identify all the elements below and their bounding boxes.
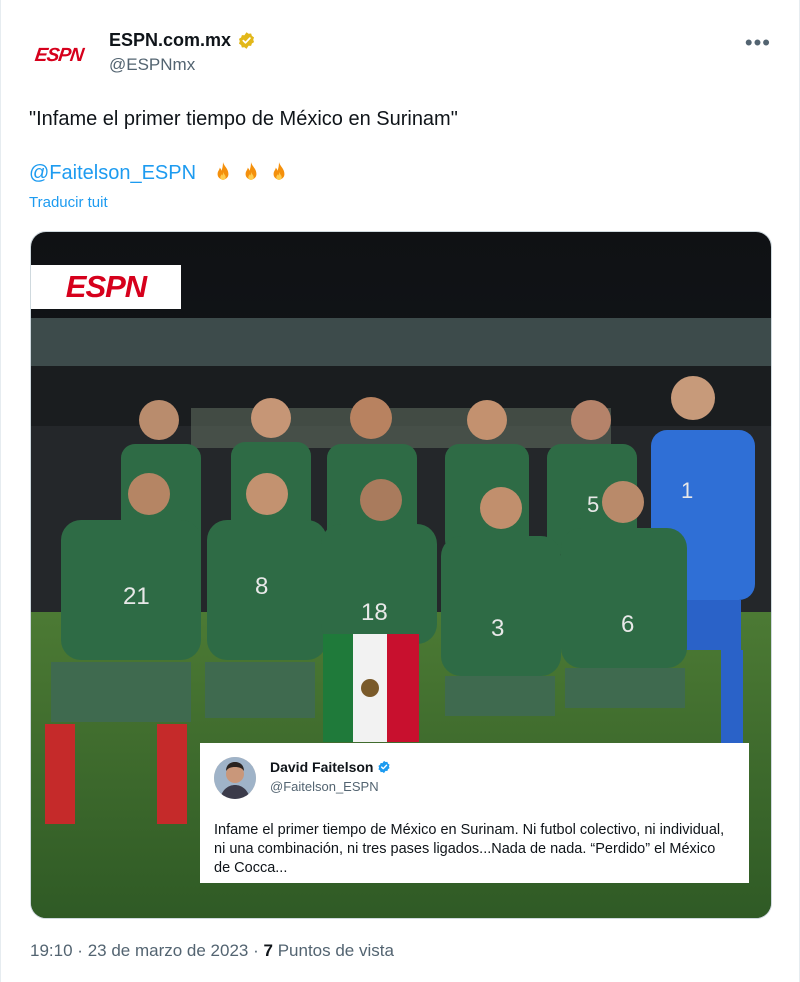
tweet-media[interactable]: 5 1 21 8 18 3 6 ESPN David Faitelson @Fa… xyxy=(30,231,772,919)
fire-icon xyxy=(273,162,285,181)
mexico-flag xyxy=(323,634,419,742)
fire-emojis xyxy=(210,160,292,186)
tweet-time[interactable]: 19:10 xyxy=(30,941,73,960)
display-name[interactable]: ESPN.com.mx xyxy=(109,30,231,51)
fire-icon xyxy=(217,162,229,181)
svg-text:1: 1 xyxy=(681,478,693,503)
mention-row: @Faitelson_ESPN xyxy=(29,160,292,186)
quoted-avatar xyxy=(214,757,256,799)
verified-badge-icon xyxy=(378,760,391,774)
quoted-tweet: David Faitelson @Faitelson_ESPN Infame e… xyxy=(200,743,749,883)
tweet-text: "Infame el primer tiempo de México en Su… xyxy=(29,108,458,130)
espn-avatar-logo: ESPN xyxy=(33,45,85,66)
avatar[interactable]: ESPN xyxy=(27,36,91,76)
svg-text:18: 18 xyxy=(361,599,388,626)
tweet-meta: 19:10 · 23 de marzo de 2023 · 7 Puntos d… xyxy=(30,941,394,961)
tweet-date[interactable]: 23 de marzo de 2023 xyxy=(88,941,249,960)
quoted-handle: @Faitelson_ESPN xyxy=(270,779,379,794)
espn-banner-logo: ESPN xyxy=(65,269,147,304)
tweet-card: ESPN ESPN.com.mx @ESPNmx ••• "Infame el … xyxy=(0,0,800,982)
quoted-name: David Faitelson xyxy=(270,759,374,775)
more-icon[interactable]: ••• xyxy=(745,30,771,56)
tweet-author[interactable]: ESPN.com.mx @ESPNmx xyxy=(109,30,256,75)
separator: · xyxy=(253,941,259,960)
views-label: Puntos de vista xyxy=(277,941,394,960)
svg-text:21: 21 xyxy=(123,583,150,610)
svg-text:6: 6 xyxy=(621,611,634,638)
espn-banner: ESPN xyxy=(31,265,181,309)
handle: @ESPNmx xyxy=(109,55,196,74)
translate-link[interactable]: Traducir tuit xyxy=(29,194,108,211)
svg-text:3: 3 xyxy=(491,615,504,642)
mention-link[interactable]: @Faitelson_ESPN xyxy=(29,162,196,185)
views-count: 7 xyxy=(263,941,273,960)
verified-badge-icon xyxy=(239,32,255,49)
quoted-text: Infame el primer tiempo de México en Sur… xyxy=(214,822,725,876)
fire-icon xyxy=(245,162,257,181)
separator: · xyxy=(77,941,83,960)
svg-text:5: 5 xyxy=(587,492,599,517)
svg-text:8: 8 xyxy=(255,573,268,600)
